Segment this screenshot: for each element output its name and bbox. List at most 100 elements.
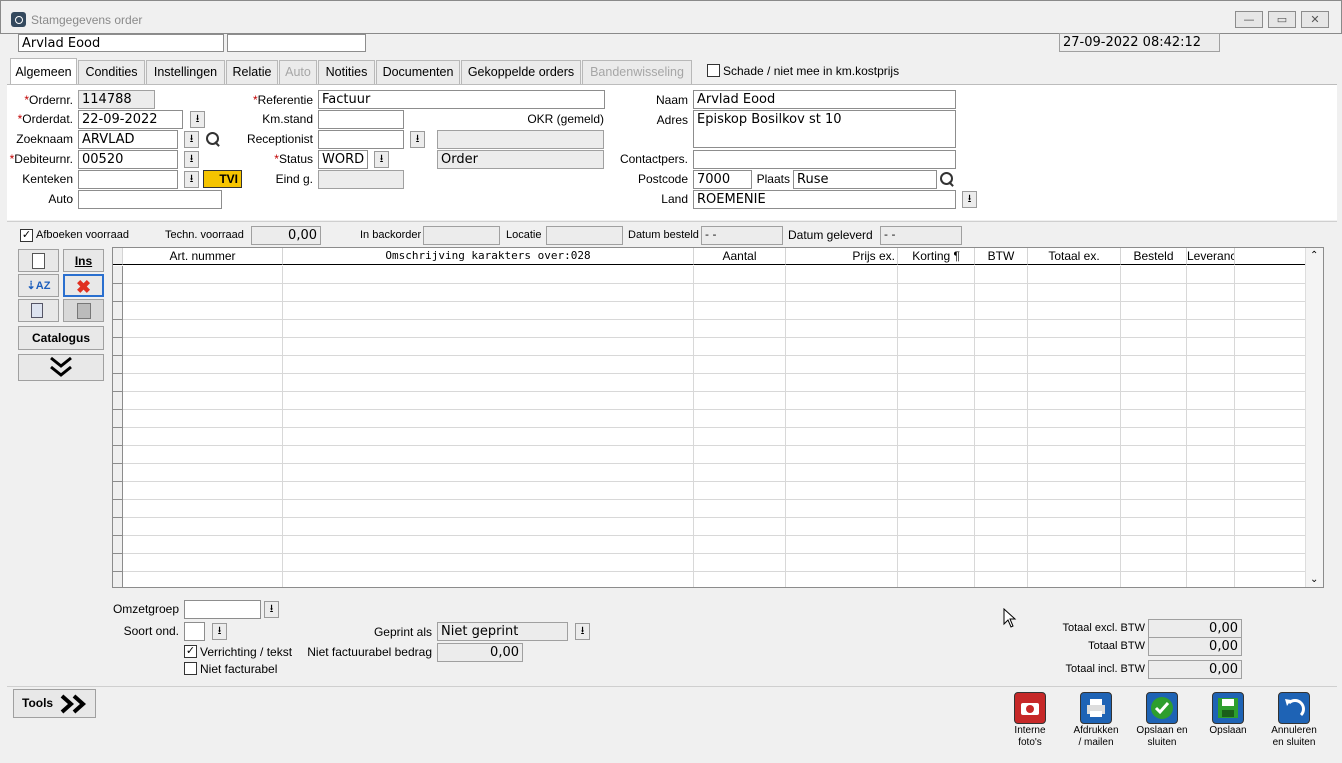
table-cell[interactable]: [1028, 428, 1121, 446]
table-cell[interactable]: [123, 338, 283, 356]
opslaan-sluiten-button[interactable]: [1146, 692, 1178, 724]
table-cell[interactable]: [975, 356, 1028, 374]
table-cell[interactable]: [123, 356, 283, 374]
table-cell[interactable]: [898, 338, 975, 356]
delete-line-button[interactable]: ✖: [63, 274, 104, 297]
table-cell[interactable]: [975, 338, 1028, 356]
table-cell[interactable]: [786, 572, 898, 587]
table-cell[interactable]: [694, 482, 786, 500]
table-cell[interactable]: [283, 284, 694, 302]
table-cell[interactable]: [283, 392, 694, 410]
table-cell[interactable]: [694, 536, 786, 554]
row-indicator[interactable]: [113, 518, 123, 536]
table-cell[interactable]: [1235, 446, 1307, 464]
table-row[interactable]: [123, 374, 1307, 392]
table-cell[interactable]: [123, 266, 283, 284]
table-cell[interactable]: [1028, 554, 1121, 572]
table-cell[interactable]: [1235, 500, 1307, 518]
zoeknaam-field[interactable]: ARVLAD: [78, 130, 178, 149]
table-cell[interactable]: [898, 482, 975, 500]
row-indicator[interactable]: [113, 374, 123, 392]
table-cell[interactable]: [975, 302, 1028, 320]
scroll-down-icon[interactable]: ⌄: [1310, 574, 1318, 585]
table-cell[interactable]: [898, 518, 975, 536]
table-cell[interactable]: [694, 374, 786, 392]
receptionist-dropdown[interactable]: ⭳: [410, 131, 425, 148]
table-cell[interactable]: [898, 428, 975, 446]
table-cell[interactable]: [1121, 320, 1187, 338]
table-cell[interactable]: [1121, 446, 1187, 464]
row-indicator[interactable]: [113, 302, 123, 320]
table-cell[interactable]: [898, 554, 975, 572]
table-cell[interactable]: [1028, 464, 1121, 482]
table-cell[interactable]: [283, 482, 694, 500]
table-cell[interactable]: [1235, 536, 1307, 554]
table-cell[interactable]: [1121, 356, 1187, 374]
table-cell[interactable]: [123, 392, 283, 410]
debiteurnr-field[interactable]: 00520: [78, 150, 178, 169]
col-aantal[interactable]: Aantal: [694, 248, 786, 265]
interne-fotos-button[interactable]: [1014, 692, 1046, 724]
table-cell[interactable]: [786, 446, 898, 464]
table-cell[interactable]: [786, 482, 898, 500]
table-cell[interactable]: [1235, 284, 1307, 302]
table-cell[interactable]: [1121, 266, 1187, 284]
omzetgroep-field[interactable]: [184, 600, 261, 619]
referentie-field[interactable]: Factuur: [318, 90, 605, 109]
table-cell[interactable]: [694, 446, 786, 464]
table-cell[interactable]: [123, 554, 283, 572]
table-cell[interactable]: [1187, 464, 1235, 482]
col-btw[interactable]: BTW: [975, 248, 1028, 265]
table-cell[interactable]: [283, 518, 694, 536]
contactpers-field[interactable]: [693, 150, 956, 169]
table-row[interactable]: [123, 392, 1307, 410]
table-cell[interactable]: [1028, 338, 1121, 356]
table-cell[interactable]: [1235, 356, 1307, 374]
table-cell[interactable]: [898, 320, 975, 338]
table-cell[interactable]: [1121, 554, 1187, 572]
table-cell[interactable]: [1028, 356, 1121, 374]
table-row[interactable]: [123, 536, 1307, 554]
table-cell[interactable]: [1235, 392, 1307, 410]
table-cell[interactable]: [123, 320, 283, 338]
table-cell[interactable]: [1121, 284, 1187, 302]
table-cell[interactable]: [1187, 302, 1235, 320]
table-cell[interactable]: [898, 464, 975, 482]
soortond-dropdown[interactable]: ⭳: [212, 623, 227, 640]
table-cell[interactable]: [1121, 572, 1187, 587]
table-row[interactable]: [123, 464, 1307, 482]
tvi-badge[interactable]: TVI: [203, 170, 242, 188]
col-korting[interactable]: Korting ¶: [898, 248, 975, 265]
table-cell[interactable]: [786, 266, 898, 284]
table-cell[interactable]: [975, 500, 1028, 518]
land-field[interactable]: ROEMENIE: [693, 190, 956, 209]
row-indicator[interactable]: [113, 428, 123, 446]
table-cell[interactable]: [1028, 410, 1121, 428]
table-cell[interactable]: [898, 266, 975, 284]
kenteken-field[interactable]: [78, 170, 178, 189]
table-cell[interactable]: [283, 464, 694, 482]
table-row[interactable]: [123, 410, 1307, 428]
row-indicator[interactable]: [113, 284, 123, 302]
table-cell[interactable]: [1028, 482, 1121, 500]
tab-algemeen[interactable]: Algemeen: [10, 58, 77, 84]
table-cell[interactable]: [123, 464, 283, 482]
table-cell[interactable]: [283, 410, 694, 428]
annuleren-button[interactable]: [1278, 692, 1310, 724]
table-cell[interactable]: [786, 338, 898, 356]
table-row[interactable]: [123, 482, 1307, 500]
adres-field[interactable]: Episkop Bosilkov st 10: [693, 110, 956, 148]
table-cell[interactable]: [786, 410, 898, 428]
table-row[interactable]: [123, 572, 1307, 587]
plaats-search-icon[interactable]: [938, 170, 956, 188]
table-cell[interactable]: [786, 284, 898, 302]
table-cell[interactable]: [1187, 428, 1235, 446]
orderdat-field[interactable]: 22-09-2022: [78, 110, 183, 129]
table-cell[interactable]: [975, 536, 1028, 554]
table-cell[interactable]: [694, 302, 786, 320]
omzetgroep-dropdown[interactable]: ⭳: [264, 601, 279, 618]
table-cell[interactable]: [283, 320, 694, 338]
table-cell[interactable]: [1187, 320, 1235, 338]
table-row[interactable]: [123, 302, 1307, 320]
table-row[interactable]: [123, 518, 1307, 536]
